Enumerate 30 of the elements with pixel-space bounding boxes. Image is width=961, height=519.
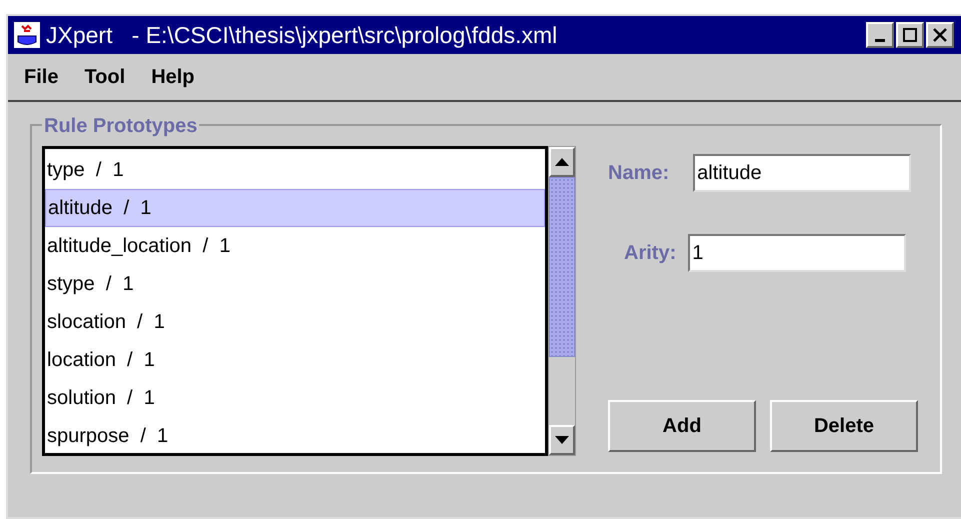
close-icon: [932, 27, 948, 43]
field-label: Arity:: [624, 241, 676, 266]
up-arrow-icon: [555, 158, 569, 166]
list-item[interactable]: altitude_location / 1: [45, 227, 545, 265]
close-button[interactable]: [926, 22, 954, 48]
app-icon: [14, 22, 40, 48]
text-field[interactable]: 1: [688, 234, 906, 272]
menu-item[interactable]: Tool: [84, 62, 126, 92]
maximize-icon: [902, 27, 918, 43]
menu-item[interactable]: Help: [151, 62, 195, 92]
action-button[interactable]: Delete: [770, 400, 918, 452]
scroll-up-button[interactable]: [549, 147, 575, 177]
list-item[interactable]: solution / 1: [45, 379, 545, 417]
list-item[interactable]: spurpose / 1: [45, 417, 545, 453]
scroll-thumb[interactable]: [549, 177, 575, 357]
down-arrow-icon: [555, 436, 569, 444]
list-item[interactable]: slocation / 1: [45, 303, 545, 341]
minimize-button[interactable]: [866, 22, 894, 48]
text-field[interactable]: altitude: [693, 154, 912, 192]
minimize-icon: [875, 38, 885, 42]
scroll-down-button[interactable]: [549, 425, 575, 455]
list-item[interactable]: stype / 1: [45, 265, 545, 303]
window-title: JXpert - E:\CSCI\thesis\jxpert\src\prolog\fdds.xml: [46, 20, 558, 50]
menu-item[interactable]: File: [24, 62, 58, 92]
action-button[interactable]: Add: [608, 400, 756, 452]
list-item[interactable]: location / 1: [45, 341, 545, 379]
list-item[interactable]: type / 1: [45, 151, 545, 189]
field-label: Name:: [608, 161, 670, 186]
maximize-button[interactable]: [896, 22, 924, 48]
list-item[interactable]: altitude / 1: [45, 189, 545, 227]
